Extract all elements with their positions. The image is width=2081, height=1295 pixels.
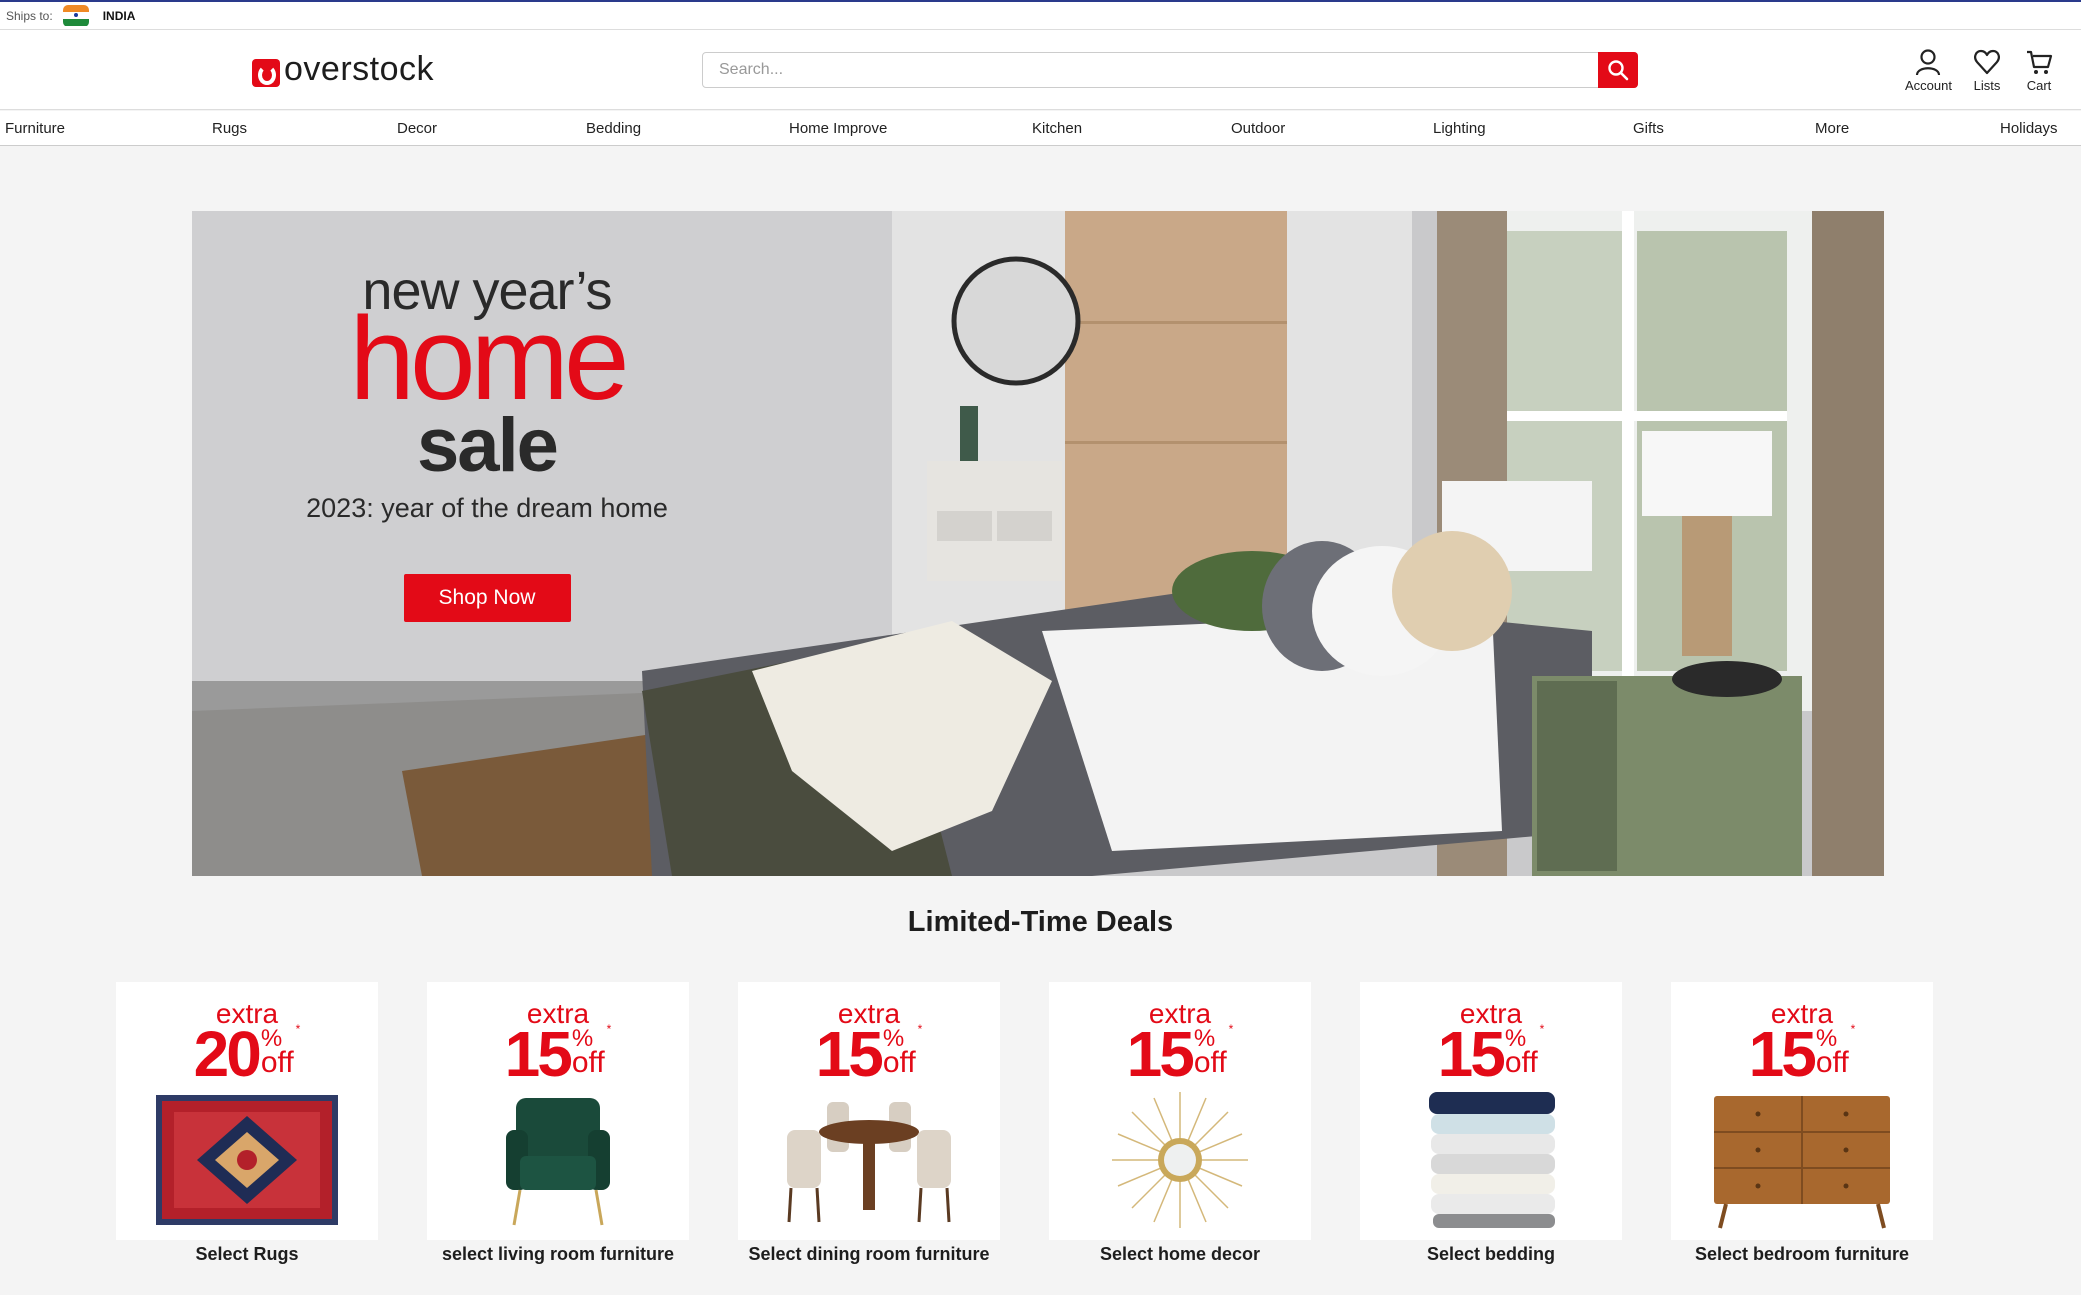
deal-discount: 20% off * bbox=[116, 1022, 378, 1086]
deal-label[interactable]: Select bedding bbox=[1360, 1244, 1622, 1265]
deal-asterisk: * bbox=[917, 1022, 923, 1036]
deal-discount: 15% off * bbox=[1671, 1022, 1933, 1086]
search-bar bbox=[702, 52, 1638, 88]
deal-discount: 15% off * bbox=[1049, 1022, 1311, 1086]
account-label: Account bbox=[1905, 78, 1952, 93]
deal-off-label: off bbox=[882, 1046, 916, 1079]
deal-off-label: off bbox=[1193, 1046, 1227, 1079]
deals-title: Limited-Time Deals bbox=[907, 906, 1174, 938]
lists-label: Lists bbox=[1973, 78, 2001, 93]
deal-card-home-decor[interactable]: extra 15% off * Select home decor bbox=[1049, 982, 1311, 1265]
nav-rugs[interactable]: Rugs bbox=[212, 120, 247, 137]
deal-tile[interactable]: extra 15% off * bbox=[738, 982, 1000, 1240]
hero-banner[interactable]: new year’s home sale 2023: year of the d… bbox=[192, 211, 1884, 876]
site-header: overstock Account Lists Cart bbox=[0, 30, 2081, 110]
deal-card-living-room[interactable]: extra 15% off * select living room furnitu… bbox=[427, 982, 689, 1265]
deal-discount: 15% off * bbox=[1360, 1022, 1622, 1086]
deal-discount: 15% off * bbox=[738, 1022, 1000, 1086]
deal-off-label: off bbox=[1504, 1046, 1538, 1079]
cart-label: Cart bbox=[2026, 78, 2052, 93]
shop-now-button[interactable]: Shop Now bbox=[403, 574, 571, 622]
deal-asterisk: * bbox=[606, 1022, 612, 1036]
deal-tile[interactable]: extra 15% off * bbox=[1360, 982, 1622, 1240]
deal-asterisk: * bbox=[295, 1022, 301, 1036]
nav-more[interactable]: More bbox=[1815, 120, 1849, 137]
search-icon bbox=[1608, 60, 1629, 81]
deal-label[interactable]: Select home decor bbox=[1049, 1244, 1311, 1265]
deal-percent: 15 bbox=[1437, 1018, 1506, 1090]
deal-card-bedding[interactable]: extra 15% off * Select bedding bbox=[1360, 982, 1622, 1265]
nav-home-improve[interactable]: Home Improve bbox=[789, 120, 887, 137]
nav-lighting[interactable]: Lighting bbox=[1433, 120, 1486, 137]
deal-off-label: off bbox=[1815, 1046, 1849, 1079]
deal-asterisk: * bbox=[1539, 1022, 1545, 1036]
cart-button[interactable]: Cart bbox=[2025, 48, 2053, 93]
dining-set-image bbox=[787, 1102, 951, 1223]
ships-to-bar[interactable]: Ships to: INDIA bbox=[0, 0, 2081, 30]
cart-icon bbox=[2027, 50, 2053, 74]
rug-image bbox=[156, 1095, 338, 1225]
nav-outdoor[interactable]: Outdoor bbox=[1231, 120, 1285, 137]
india-flag-icon bbox=[62, 4, 89, 27]
nav-holidays[interactable]: Holidays bbox=[2000, 120, 2058, 137]
deal-off-label: off bbox=[571, 1046, 605, 1079]
search-input[interactable] bbox=[703, 53, 1583, 87]
hero-line-sale: sale bbox=[417, 403, 559, 488]
deal-percent: 15 bbox=[1748, 1018, 1817, 1090]
deal-off-label: off bbox=[260, 1046, 294, 1079]
hero-line-home: home bbox=[349, 293, 629, 425]
nav-bedding[interactable]: Bedding bbox=[586, 120, 641, 137]
deal-label[interactable]: Select Rugs bbox=[116, 1244, 378, 1265]
category-nav: Furniture Rugs Decor Bedding Home Improv… bbox=[0, 111, 2081, 146]
logo-text: overstock bbox=[284, 50, 434, 88]
deal-percent: 15 bbox=[1126, 1018, 1195, 1090]
deal-tile[interactable]: extra 15% off * bbox=[1049, 982, 1311, 1240]
deal-percent: 15 bbox=[504, 1018, 573, 1090]
deal-percent: 15 bbox=[815, 1018, 884, 1090]
lists-button[interactable]: Lists bbox=[1973, 48, 2001, 93]
deal-label[interactable]: Select bedroom furniture bbox=[1671, 1244, 1933, 1265]
account-icon bbox=[1916, 49, 1941, 76]
nav-furniture[interactable]: Furniture bbox=[5, 120, 65, 137]
logo-mark-icon bbox=[252, 53, 282, 87]
deal-asterisk: * bbox=[1850, 1022, 1856, 1036]
deal-tile[interactable]: extra 20% off * bbox=[116, 982, 378, 1240]
sunburst-mirror-image bbox=[1112, 1092, 1248, 1228]
account-button[interactable]: Account bbox=[1905, 48, 1952, 93]
deal-asterisk: * bbox=[1228, 1022, 1234, 1036]
hero-subtitle: 2023: year of the dream home bbox=[306, 493, 668, 523]
deal-card-rugs[interactable]: extra 20% off * Select Rugs bbox=[116, 982, 378, 1265]
deal-label[interactable]: select living room furniture bbox=[427, 1244, 689, 1265]
overstock-logo[interactable]: overstock bbox=[252, 50, 434, 89]
search-button[interactable] bbox=[1598, 52, 1638, 88]
deal-tile[interactable]: extra 15% off * bbox=[427, 982, 689, 1240]
dresser-image bbox=[1714, 1096, 1890, 1229]
armchair-image bbox=[506, 1098, 610, 1226]
country-label: INDIA bbox=[102, 8, 136, 23]
ships-to-label: Ships to: bbox=[6, 8, 53, 23]
deal-label[interactable]: Select dining room furniture bbox=[738, 1244, 1000, 1265]
deal-tile[interactable]: extra 15% off * bbox=[1671, 982, 1933, 1240]
nav-gifts[interactable]: Gifts bbox=[1633, 120, 1664, 137]
nav-decor[interactable]: Decor bbox=[397, 120, 437, 137]
deal-percent: 20 bbox=[193, 1018, 262, 1090]
deal-card-bedroom[interactable]: extra 15% off * Select bedroom furniture bbox=[1671, 982, 1933, 1265]
hero-copy: new year’s home sale 2023: year of the d… bbox=[252, 261, 722, 622]
nav-kitchen[interactable]: Kitchen bbox=[1032, 120, 1082, 137]
heart-icon bbox=[1974, 49, 2000, 75]
folded-sheets-image bbox=[1429, 1092, 1555, 1228]
deal-card-dining-room[interactable]: extra 15% off * Select dining room furnitu… bbox=[738, 982, 1000, 1265]
deal-discount: 15% off * bbox=[427, 1022, 689, 1086]
